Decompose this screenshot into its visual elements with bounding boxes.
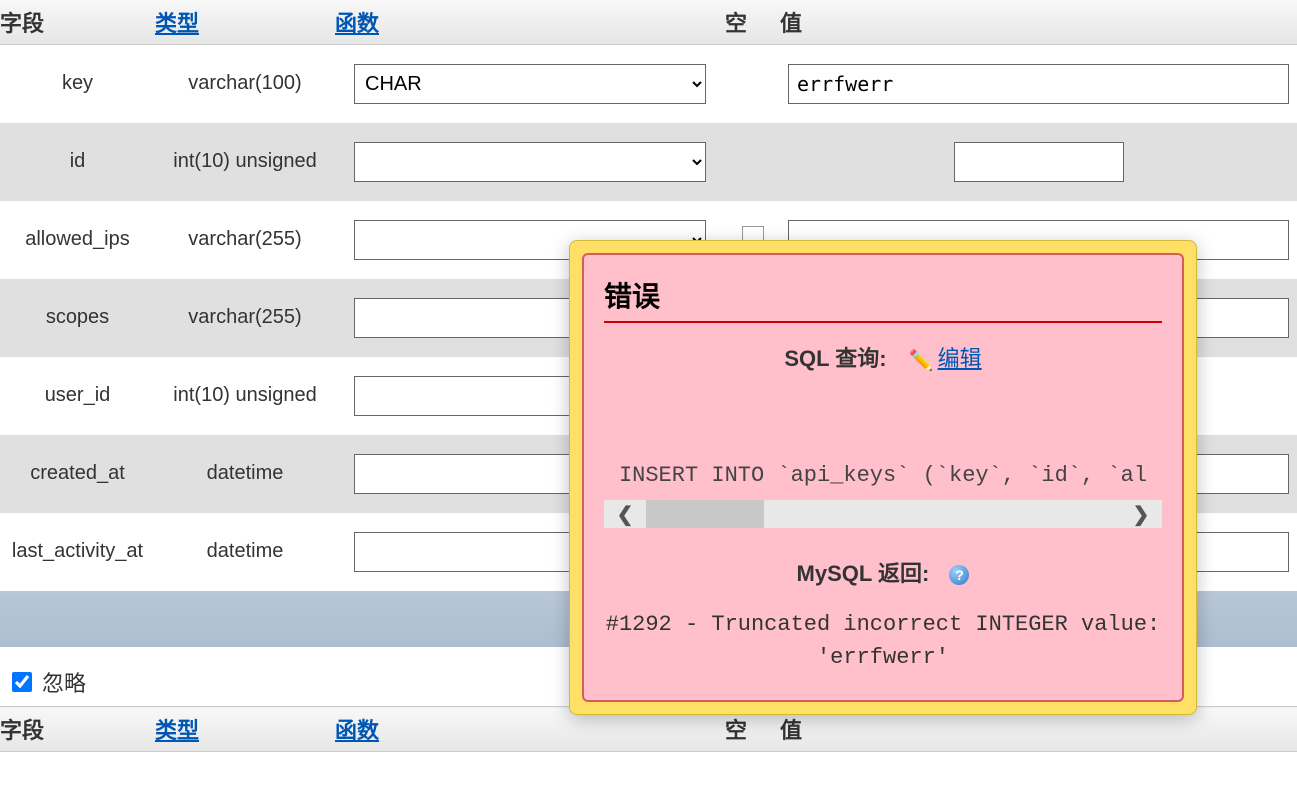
col-header-func[interactable]: 函数	[335, 718, 379, 743]
error-dialog: 错误 SQL 查询: ✏️编辑 INSERT INTO `api_keys` (…	[569, 240, 1197, 715]
pencil-icon: ✏️	[909, 348, 934, 373]
value-cell	[780, 45, 1297, 123]
field-type: varchar(100)	[155, 45, 335, 123]
sql-code: INSERT INTO `api_keys` (`key`, `id`, `al	[604, 463, 1162, 488]
dialog-title: 错误	[604, 275, 1162, 323]
sql-scrollbar[interactable]: ❮ ❯	[604, 500, 1162, 528]
field-type: int(10) unsigned	[155, 357, 335, 435]
edit-link[interactable]: 编辑	[938, 346, 982, 371]
col-header-field: 字段	[0, 0, 155, 45]
scroll-thumb[interactable]	[646, 500, 764, 528]
col-header-type[interactable]: 类型	[155, 718, 199, 743]
error-message: #1292 - Truncated incorrect INTEGER valu…	[604, 608, 1162, 674]
scroll-track[interactable]	[646, 500, 1120, 528]
mysql-return-label: MySQL 返回:	[797, 561, 930, 586]
col-header-value: 值	[780, 0, 1297, 45]
function-cell: CHAR	[335, 45, 725, 123]
field-name: created_at	[0, 435, 155, 513]
sql-query-line: SQL 查询: ✏️编辑	[604, 341, 1162, 373]
table-row: keyvarchar(100) CHAR	[0, 45, 1297, 123]
sql-query-label: SQL 查询:	[784, 346, 886, 371]
ignore-checkbox[interactable]	[12, 672, 32, 692]
field-name: id	[0, 123, 155, 201]
scroll-left-icon[interactable]: ❮	[604, 502, 646, 527]
field-type: datetime	[155, 513, 335, 591]
value-input[interactable]	[788, 64, 1289, 104]
field-name: last_activity_at	[0, 513, 155, 591]
scroll-right-icon[interactable]: ❯	[1120, 502, 1162, 527]
error-dialog-inner: 错误 SQL 查询: ✏️编辑 INSERT INTO `api_keys` (…	[582, 253, 1184, 702]
field-name: key	[0, 45, 155, 123]
col-header-type[interactable]: 类型	[155, 0, 335, 45]
value-cell	[780, 123, 1297, 201]
col-header-field: 字段	[0, 707, 155, 752]
value-input[interactable]	[954, 142, 1124, 182]
mysql-return-line: MySQL 返回: ?	[604, 556, 1162, 588]
field-type: datetime	[155, 435, 335, 513]
field-name: scopes	[0, 279, 155, 357]
table-row: idint(10) unsigned	[0, 123, 1297, 201]
help-icon[interactable]: ?	[949, 565, 969, 585]
field-name: allowed_ips	[0, 201, 155, 279]
function-select[interactable]	[354, 142, 706, 182]
null-cell	[725, 123, 780, 201]
field-type: varchar(255)	[155, 201, 335, 279]
field-type: varchar(255)	[155, 279, 335, 357]
header-row: 字段 类型 函数 空 值	[0, 0, 1297, 45]
function-select[interactable]: CHAR	[354, 64, 706, 104]
function-cell	[335, 123, 725, 201]
null-cell	[725, 45, 780, 123]
field-type: int(10) unsigned	[155, 123, 335, 201]
field-name: user_id	[0, 357, 155, 435]
ignore-label-text: 忽略	[42, 666, 86, 698]
col-header-null: 空	[725, 0, 780, 45]
col-header-func[interactable]: 函数	[335, 0, 725, 45]
ignore-checkbox-label[interactable]: 忽略	[6, 666, 86, 698]
